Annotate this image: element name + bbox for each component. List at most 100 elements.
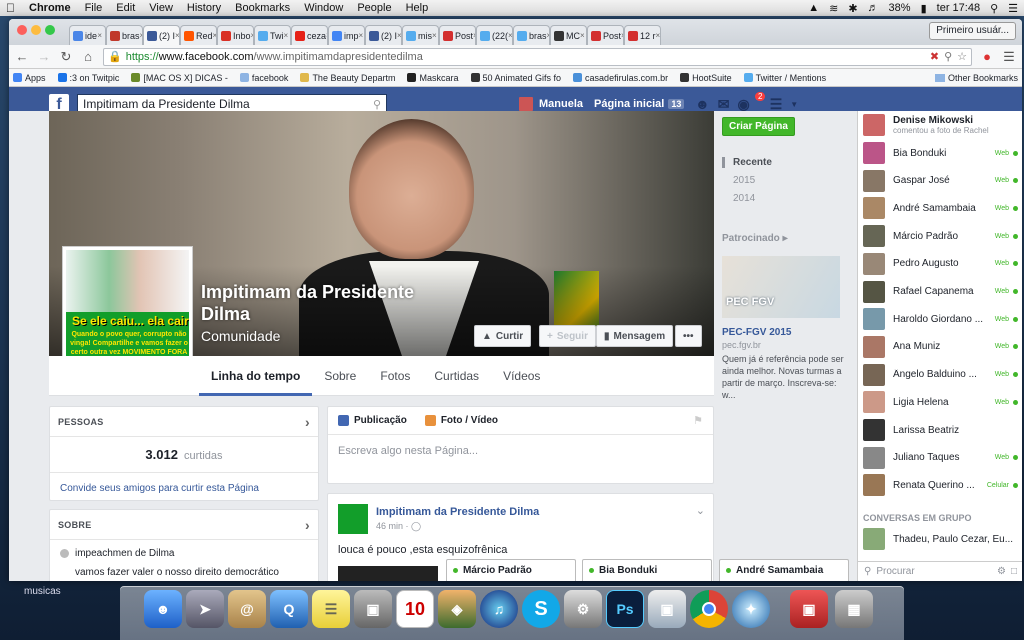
contacts-icon[interactable]: @: [228, 590, 266, 628]
browser-tab[interactable]: imp ×: [328, 25, 365, 45]
browser-tab[interactable]: bras×: [106, 25, 143, 45]
volume-icon[interactable]: ♬: [868, 2, 879, 14]
profile-button[interactable]: Primeiro usuár...: [929, 22, 1016, 40]
bookmark-item[interactable]: 50 Animated Gifs fo: [470, 73, 561, 83]
menu-app-name[interactable]: Chrome: [29, 2, 71, 14]
chrome-icon[interactable]: [690, 590, 728, 628]
menu-view[interactable]: View: [149, 2, 173, 14]
tab-videos[interactable]: Vídeos: [491, 356, 552, 396]
post-author-avatar[interactable]: [338, 504, 368, 534]
address-bar[interactable]: 🔒 https:// www.facebook.com /www.impitim…: [103, 47, 972, 66]
composer-tab-photo[interactable]: Foto / Vídeo: [424, 415, 498, 426]
other-bookmarks[interactable]: Other Bookmarks: [934, 73, 1018, 83]
browser-tab[interactable]: (2) I ×: [365, 25, 402, 45]
menu-people[interactable]: People: [357, 2, 391, 14]
messages-icon[interactable]: ✉: [718, 96, 730, 113]
browser-tab[interactable]: Inbo×: [217, 25, 254, 45]
zoom-window-button[interactable]: [45, 25, 55, 35]
browser-tab[interactable]: Post×: [587, 25, 624, 45]
bookmark-item[interactable]: Twitter / Mentions: [743, 73, 826, 83]
skype-icon[interactable]: S: [522, 590, 560, 628]
browser-tab[interactable]: 12 r ×: [624, 25, 661, 45]
blocked-popup-icon[interactable]: ✖: [930, 50, 939, 63]
chat-tab[interactable]: Márcio Padrão: [446, 559, 576, 581]
tab-about[interactable]: Sobre: [312, 356, 368, 396]
browser-tab[interactable]: bras×: [513, 25, 550, 45]
menu-file[interactable]: File: [85, 2, 103, 14]
like-button[interactable]: ▲ Curtir: [474, 325, 532, 347]
chat-contact[interactable]: Gaspar José Web: [863, 169, 1018, 193]
ad-image[interactable]: PEC FGV: [722, 256, 840, 318]
bookmark-item[interactable]: facebook: [239, 73, 288, 83]
post-author-name[interactable]: Impitimam da Presidente Dilma: [376, 506, 539, 518]
follow-button[interactable]: + Seguir: [539, 325, 596, 347]
quicktime-icon[interactable]: Q: [270, 590, 308, 628]
menu-help[interactable]: Help: [406, 2, 429, 14]
chat-contact[interactable]: Haroldo Giordano ... Web: [863, 307, 1018, 331]
message-button[interactable]: ▮ Mensagem: [596, 325, 674, 347]
close-tab-icon[interactable]: ×: [175, 31, 179, 40]
close-tab-icon[interactable]: ×: [508, 31, 512, 40]
minimized-window-icon[interactable]: ▣: [790, 590, 828, 628]
menu-icon[interactable]: ☰: [1002, 49, 1016, 65]
browser-tab[interactable]: Red ×: [180, 25, 217, 45]
menu-history[interactable]: History: [187, 2, 221, 14]
browser-tab[interactable]: mis ×: [402, 25, 439, 45]
forward-icon[interactable]: →: [37, 49, 51, 64]
people-header[interactable]: PESSOAS ›: [50, 407, 318, 437]
browser-tab[interactable]: ceza×: [291, 25, 328, 45]
close-tab-icon[interactable]: ×: [432, 31, 437, 40]
notification-center-icon[interactable]: ☰: [1008, 2, 1018, 15]
post-options-icon[interactable]: ⌄: [696, 504, 705, 517]
browser-tab[interactable]: (22(×: [476, 25, 513, 45]
reload-icon[interactable]: ↻: [59, 49, 73, 65]
apple-logo-icon[interactable]: : [6, 1, 15, 15]
chat-contact[interactable]: Renata Querino ... Celular: [863, 473, 1018, 497]
composer-tab-post[interactable]: Publicação: [338, 415, 407, 426]
invite-friends-link[interactable]: Convide seus amigos para curtir esta Pág…: [50, 472, 318, 494]
chat-contact[interactable]: Ângelo Balduino ... Web: [863, 363, 1018, 387]
extension-icon[interactable]: ●: [980, 49, 994, 64]
bookmark-star-icon[interactable]: ☆: [957, 50, 967, 63]
year-2014[interactable]: 2014: [722, 193, 822, 204]
chat-contact[interactable]: Ana Muniz Web: [863, 335, 1018, 359]
chat-contact[interactable]: Bia Bonduki Web: [863, 141, 1018, 165]
ad-domain[interactable]: pec.fgv.br: [722, 340, 761, 350]
browser-tab[interactable]: (2) I ×: [143, 25, 180, 45]
close-tab-icon[interactable]: ×: [97, 31, 102, 40]
photo-booth-icon[interactable]: ▣: [354, 590, 392, 628]
about-header[interactable]: SOBRE ›: [50, 510, 318, 540]
home-icon[interactable]: ⌂: [81, 49, 95, 64]
photoshop-icon[interactable]: Ps: [606, 590, 644, 628]
menu-bookmarks[interactable]: Bookmarks: [235, 2, 290, 14]
browser-tab[interactable]: Post×: [439, 25, 476, 45]
tab-likes[interactable]: Curtidas: [422, 356, 491, 396]
zoom-icon[interactable]: ⚲: [944, 50, 952, 63]
chat-contact[interactable]: André Samambaia Web: [863, 196, 1018, 220]
chat-contact[interactable]: Juliano Taques Web: [863, 446, 1018, 470]
gear-icon[interactable]: ⚙: [997, 566, 1006, 577]
menu-window[interactable]: Window: [304, 2, 343, 14]
chat-contact[interactable]: Rafael Capanema Web: [863, 280, 1018, 304]
chat-contact[interactable]: Larissa Beatriz: [863, 418, 1018, 442]
dropbox-icon[interactable]: ▲: [808, 2, 819, 14]
tab-photos[interactable]: Fotos: [368, 356, 422, 396]
chat-ticker-item[interactable]: Denise Mikowski comentou a foto de Rache…: [863, 113, 1018, 137]
notifications-icon[interactable]: ◉: [737, 96, 749, 113]
year-2015[interactable]: 2015: [722, 175, 822, 186]
bookmark-item[interactable]: casadefirulas.com.br: [573, 73, 668, 83]
iphoto-icon[interactable]: ◈: [438, 590, 476, 628]
browser-tab[interactable]: Twi ×: [254, 25, 291, 45]
search-icon[interactable]: ⚲: [373, 98, 381, 111]
wifi-icon[interactable]: ≋: [829, 2, 838, 15]
create-page-button[interactable]: Criar Página: [722, 117, 795, 136]
close-tab-icon[interactable]: ×: [656, 31, 660, 40]
chat-search[interactable]: ⚲ Procurar ⚙ □: [858, 561, 1022, 581]
close-tab-icon[interactable]: ×: [397, 31, 401, 40]
close-window-button[interactable]: [17, 25, 27, 35]
back-icon[interactable]: ←: [15, 49, 29, 64]
launchpad-icon[interactable]: ➤: [186, 590, 224, 628]
friend-requests-icon[interactable]: ☻: [695, 96, 710, 112]
close-tab-icon[interactable]: ×: [359, 31, 364, 40]
bookmark-item[interactable]: Maskcara: [407, 73, 459, 83]
